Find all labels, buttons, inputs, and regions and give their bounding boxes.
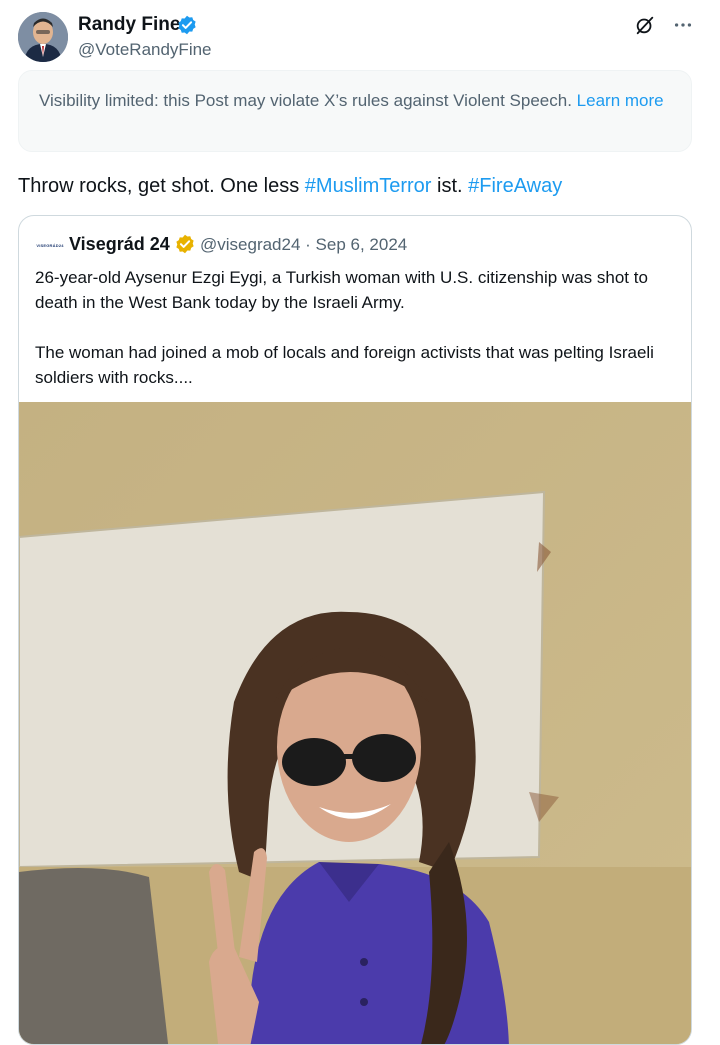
visibility-notice: Visibility limited: this Post may violat… [18, 70, 692, 152]
verified-badge-icon [178, 15, 196, 35]
author-handle[interactable]: @VoteRandyFine [78, 40, 212, 60]
media-photo [19, 402, 691, 1044]
author-name[interactable]: Randy Fine [78, 14, 180, 36]
more-icon[interactable] [672, 14, 694, 36]
quoted-body-text: 26-year-old Aysenur Ezgi Eygi, a Turkish… [35, 268, 654, 387]
hashtag-fireaway[interactable]: #FireAway [468, 175, 562, 197]
author-avatar[interactable] [18, 12, 68, 62]
meta-separator: · [300, 235, 316, 254]
visibility-notice-text: Visibility limited: this Post may violat… [39, 91, 572, 110]
quoted-post[interactable]: VISEGRÁD24 Visegrád 24 @visegrad24 · Sep… [18, 215, 692, 1045]
hashtag-muslimterror[interactable]: #MuslimTerror [305, 175, 432, 197]
post-text-part2: ist. [431, 175, 469, 197]
quoted-handle[interactable]: @visegrad24 [200, 235, 300, 254]
quoted-date[interactable]: Sep 6, 2024 [316, 235, 408, 254]
gold-verified-badge-icon [176, 234, 194, 254]
quoted-author-name[interactable]: Visegrád 24 [69, 234, 170, 255]
post-actions-top [634, 14, 694, 36]
learn-more-link[interactable]: Learn more [577, 91, 664, 110]
quoted-avatar[interactable]: VISEGRÁD24 [35, 237, 65, 253]
quoted-media-image[interactable] [19, 402, 691, 1044]
quoted-meta: @visegrad24 · Sep 6, 2024 [200, 235, 407, 255]
post-text: Throw rocks, get shot. One less #MuslimT… [18, 172, 562, 200]
avatar-photo [18, 12, 68, 62]
grok-icon[interactable] [634, 14, 656, 36]
post-text-part1: Throw rocks, get shot. One less [18, 175, 305, 197]
